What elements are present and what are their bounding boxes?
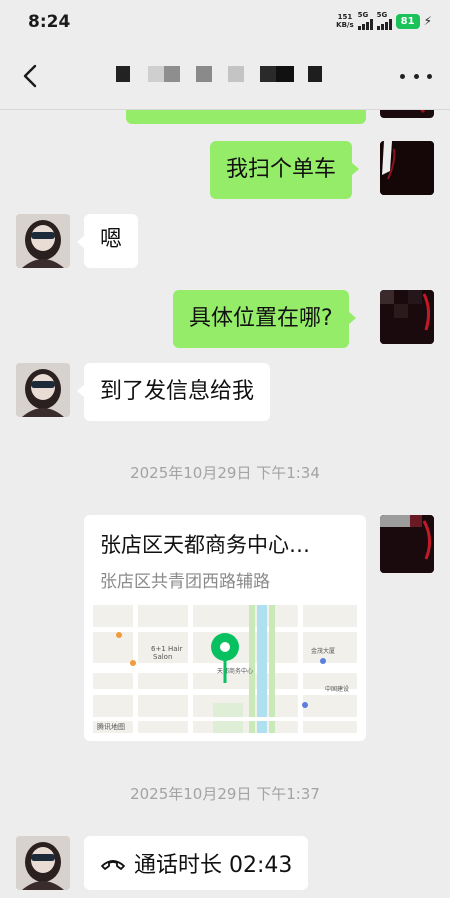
- message-timestamp: 2025年10月29日 下午1:37: [130, 785, 320, 803]
- network-speed-value: 151: [337, 13, 353, 21]
- signal-label: 5G: [357, 11, 369, 19]
- message-bubble-received[interactable]: 嗯: [76, 214, 139, 268]
- message-text: 具体位置在哪?: [189, 306, 333, 331]
- location-map[interactable]: 6+1 Hair Salon 天都商务中心 金茂大厦 中国建设 腾讯地图: [93, 605, 357, 733]
- map-label: 天都商务中心: [217, 667, 253, 675]
- avatar-contact[interactable]: [16, 836, 70, 890]
- status-icons: 151 KB/s 5G 5G 81 ⚡: [336, 12, 432, 30]
- location-card[interactable]: 张店区天都商务中心… 张店区共青团西路辅路 6+1 Hair Salon 天都商…: [84, 515, 366, 741]
- status-bar: 8:24 151 KB/s 5G 5G 81 ⚡: [0, 0, 450, 44]
- message-bubble-previous[interactable]: [126, 110, 366, 124]
- map-label: Salon: [153, 653, 172, 661]
- location-address: 张店区共青团西路辅路: [100, 572, 270, 592]
- back-button[interactable]: [14, 60, 46, 92]
- chat-header: [0, 44, 450, 110]
- map-label: 中国建设: [325, 685, 349, 693]
- avatar-me[interactable]: [380, 515, 434, 573]
- avatar-contact[interactable]: [16, 363, 70, 417]
- message-bubble-sent[interactable]: 具体位置在哪?: [173, 290, 356, 348]
- network-speed-unit: KB/s: [336, 21, 354, 29]
- more-button[interactable]: [400, 66, 432, 86]
- message-timestamp: 2025年10月29日 下午1:34: [130, 464, 320, 482]
- signal-icon: 5G: [376, 11, 392, 30]
- avatar-me[interactable]: [380, 110, 434, 118]
- network-speed: 151 KB/s: [336, 13, 353, 29]
- avatar-contact[interactable]: [16, 214, 70, 268]
- more-dots-icon: [400, 73, 405, 79]
- call-record-bubble[interactable]: 通话时长 02:43: [84, 836, 309, 890]
- message-bubble-sent[interactable]: 我扫个单车: [210, 141, 360, 199]
- signal-icon: 5G: [357, 11, 373, 30]
- charging-icon: ⚡: [423, 14, 432, 28]
- chat-title-redacted: [116, 66, 322, 82]
- phone-icon: [101, 860, 125, 870]
- chevron-left-icon: [23, 64, 37, 88]
- map-label: 6+1 Hair: [151, 645, 182, 653]
- map-label: 金茂大厦: [311, 647, 335, 655]
- signal-label: 5G: [376, 11, 388, 19]
- message-text: 我扫个单车: [226, 157, 337, 182]
- chat-messages[interactable]: 我扫个单车 嗯 具体位置在哪? 到了发信息给我 2025年10月29日 下午1:…: [0, 110, 450, 898]
- avatar-me[interactable]: [380, 141, 434, 195]
- status-time: 8:24: [28, 12, 71, 32]
- battery-icon: 81: [395, 13, 420, 29]
- avatar-me[interactable]: [380, 290, 434, 344]
- message-text: 到了发信息给我: [100, 379, 255, 404]
- message-text: 嗯: [100, 227, 123, 252]
- location-title: 张店区天都商务中心…: [100, 533, 310, 557]
- message-bubble-received[interactable]: 到了发信息给我: [76, 363, 271, 421]
- map-attribution: 腾讯地图: [97, 722, 125, 731]
- call-duration-text: 通话时长 02:43: [134, 853, 293, 878]
